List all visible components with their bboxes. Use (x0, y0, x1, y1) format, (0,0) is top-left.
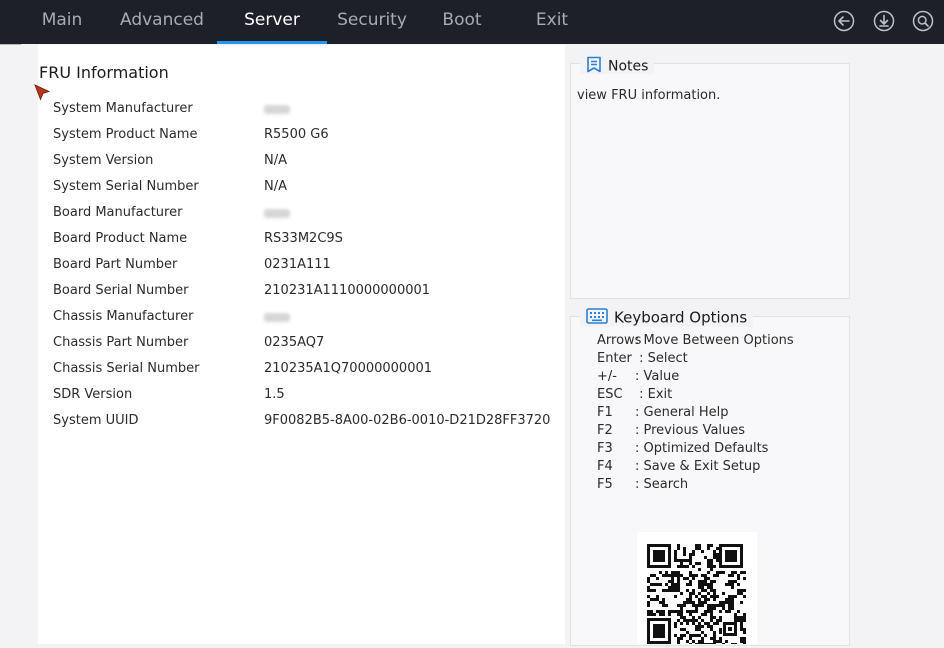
key-option-row: F5 : Search (597, 477, 688, 492)
tab-exit[interactable]: Exit (517, 0, 587, 44)
tab-security[interactable]: Security (332, 0, 412, 44)
row-value: 0231A111 (264, 257, 331, 272)
row-value: 0235AQ7 (264, 335, 325, 350)
key-desc: : General Help (635, 405, 729, 420)
key-name: F1 (597, 405, 613, 420)
row-value: 210235A1Q70000000001 (264, 361, 433, 376)
key-option-row: +/- : Value (597, 369, 679, 384)
row-label: Board Part Number (53, 257, 178, 272)
key-option-row: F3 : Optimized Defaults (597, 441, 768, 456)
key-option-row: F2 : Previous Values (597, 423, 745, 438)
row-value: R5500 G6 (264, 127, 329, 142)
download-icon[interactable] (873, 10, 895, 32)
tab-boot[interactable]: Boot (427, 0, 497, 44)
divider (0, 44, 21, 45)
key-name: ESC (597, 387, 623, 402)
key-name: F5 (597, 477, 613, 492)
row-value: RS33M2C9S (264, 231, 343, 246)
row-label: System Manufacturer (53, 101, 193, 116)
key-name: F4 (597, 459, 613, 474)
row-value-redacted (264, 101, 290, 118)
qr-code-image (637, 532, 757, 646)
row-label: Board Product Name (53, 231, 188, 246)
key-desc: : Optimized Defaults (635, 441, 769, 456)
key-name: +/- (597, 369, 617, 384)
notes-text: view FRU information. (577, 88, 721, 103)
row-value: 1.5 (264, 387, 285, 402)
row-value-redacted (264, 309, 290, 326)
tab-server[interactable]: Server (217, 0, 327, 44)
fru-information-panel: FRU Information System Manufacturer Syst… (38, 45, 565, 644)
key-name: Enter (597, 351, 632, 366)
row-value: 9F0082B5-8A00-02B6-0010-D21D28FF3720 (264, 413, 551, 428)
tab-main[interactable]: Main (22, 0, 102, 44)
back-arrow-icon[interactable] (833, 10, 855, 32)
keyboard-options-title-text: Keyboard Options (614, 308, 748, 327)
row-label: System Version (53, 153, 154, 168)
key-name: F3 (597, 441, 613, 456)
key-desc: : Search (635, 477, 689, 492)
key-desc: : Select (635, 351, 688, 366)
search-icon[interactable] (912, 10, 934, 32)
top-navigation-bar: Main Advanced Server Security Boot Exit (0, 0, 944, 44)
key-name: F2 (597, 423, 613, 438)
key-desc: : Previous Values (635, 423, 746, 438)
keyboard-icon (586, 307, 608, 329)
key-desc: : Value (635, 369, 680, 384)
row-label: System UUID (53, 413, 139, 428)
key-option-row: ESC : Exit (597, 387, 672, 402)
row-label: Chassis Serial Number (53, 361, 200, 376)
qr-code-graphic (647, 544, 746, 646)
page-title: FRU Information (39, 63, 169, 82)
notes-title: Notes (580, 56, 655, 77)
key-option-row: Enter : Select (597, 351, 688, 366)
notes-title-text: Notes (608, 58, 649, 75)
row-label: System Product Name (53, 127, 198, 142)
row-label: System Serial Number (53, 179, 199, 194)
row-value: N/A (264, 179, 287, 194)
row-label: Board Manufacturer (53, 205, 183, 220)
row-label: Chassis Manufacturer (53, 309, 194, 324)
key-name: Arrows (597, 333, 642, 348)
row-label: Chassis Part Number (53, 335, 189, 350)
mouse-cursor-icon (34, 84, 52, 102)
keyboard-options-title: Keyboard Options (580, 307, 754, 329)
row-value: N/A (264, 153, 287, 168)
key-option-row: F1 : General Help (597, 405, 729, 420)
key-desc: : Move Between Options (635, 333, 794, 348)
row-value: 210231A1110000000001 (264, 283, 431, 298)
row-label: Board Serial Number (53, 283, 189, 298)
key-option-row: Arrows: Move Between Options (597, 333, 794, 348)
key-desc: : Save & Exit Setup (635, 459, 761, 474)
key-desc: : Exit (635, 387, 673, 402)
tab-advanced[interactable]: Advanced (112, 0, 212, 44)
row-value-redacted (264, 205, 290, 222)
row-label: SDR Version (53, 387, 133, 402)
key-option-row: F4 : Save & Exit Setup (597, 459, 760, 474)
bookmark-icon (586, 56, 602, 77)
